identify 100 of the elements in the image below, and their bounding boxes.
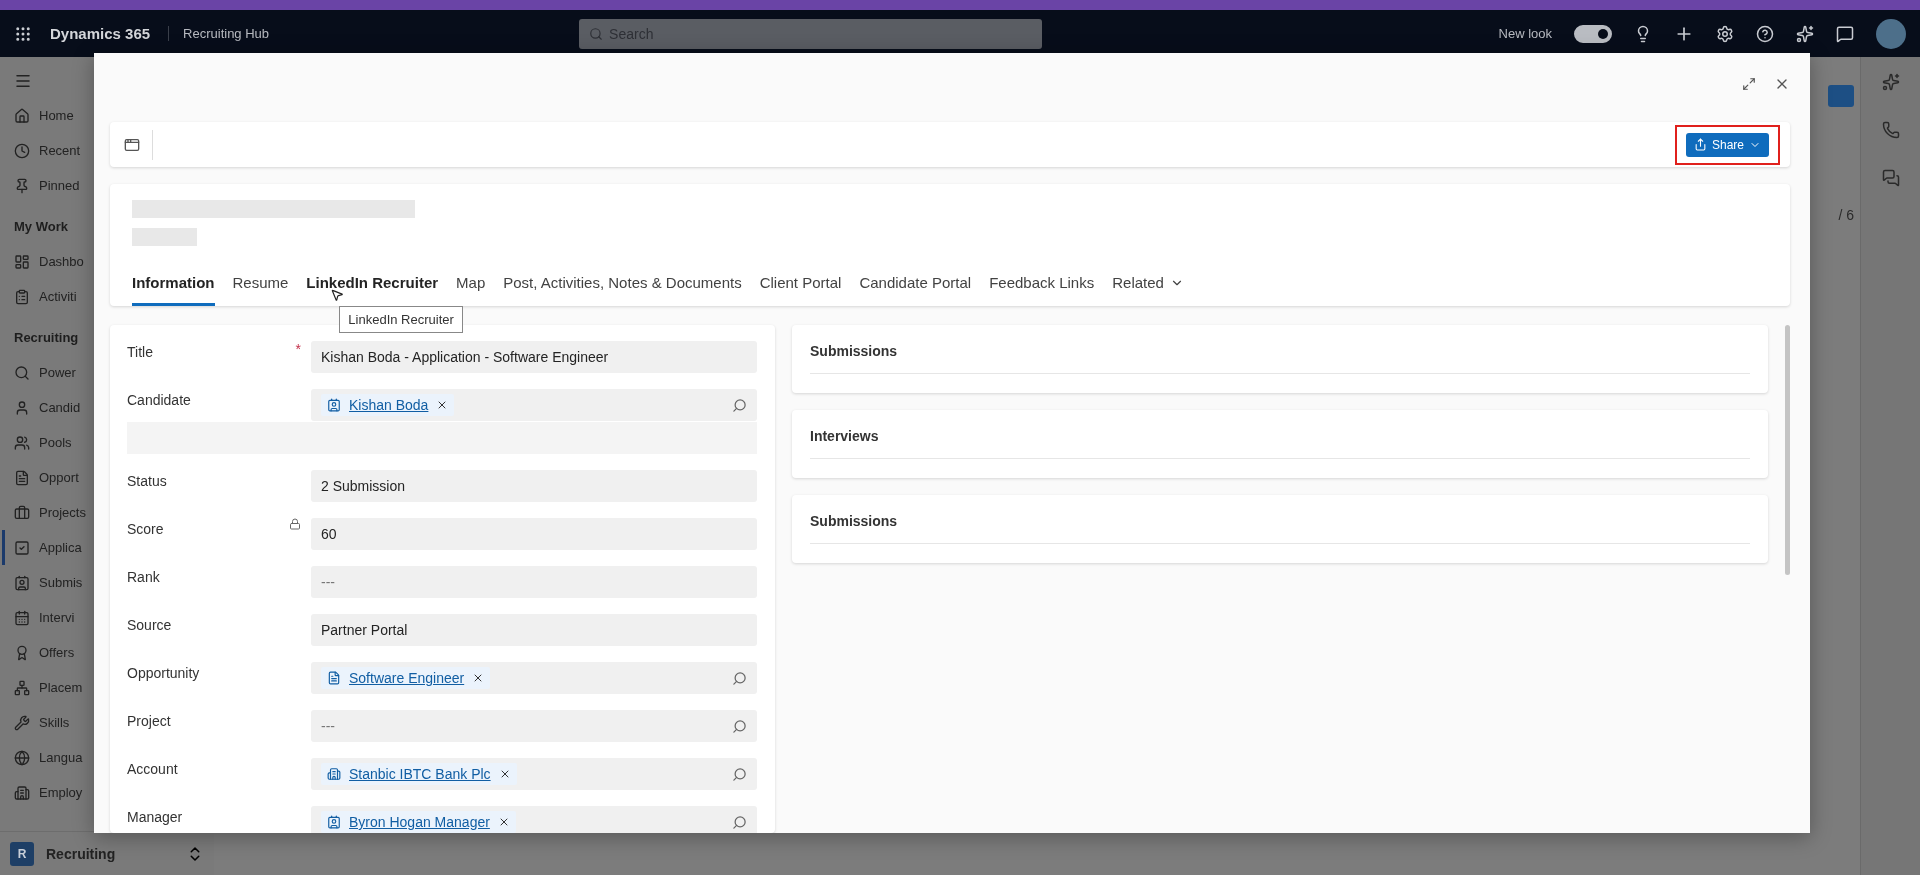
lookup-tag[interactable]: Byron Hogan Manager	[321, 811, 516, 833]
briefcase-icon	[14, 504, 30, 521]
tab[interactable]: Resume	[232, 268, 289, 306]
area-name[interactable]: Recruiting Hub	[168, 26, 270, 41]
field-label: Status	[127, 472, 168, 489]
contact-card-icon	[327, 815, 341, 829]
dashboard-icon	[14, 253, 30, 270]
sidebar-item[interactable]: Intervi	[2, 600, 94, 635]
tools-icon	[14, 714, 30, 731]
text-field[interactable]: 60	[311, 518, 757, 550]
section-title: Submissions	[810, 513, 1750, 544]
sidebar-item[interactable]: Pools	[2, 425, 94, 460]
field-label: Project	[127, 712, 172, 729]
page-counter: / 6	[1838, 207, 1854, 223]
award-icon	[14, 644, 30, 661]
sidebar-item[interactable]: Projects	[2, 495, 94, 530]
lookup-field[interactable]: ---	[311, 710, 757, 742]
text-field[interactable]: 2 Submission	[311, 470, 757, 502]
sidebar-item[interactable]: Activiti	[2, 279, 94, 314]
building-icon	[327, 767, 341, 781]
clock-icon	[14, 142, 30, 159]
sidebar-item[interactable]: Opport	[2, 460, 94, 495]
window-icon[interactable]	[124, 136, 140, 153]
sidebar-item[interactable]: Dashbo	[2, 244, 94, 279]
person-icon	[14, 399, 30, 416]
sidebar-item[interactable]: Pinned	[2, 168, 94, 203]
share-button[interactable]: Share	[1685, 132, 1769, 157]
lookup-field[interactable]: Byron Hogan Manager	[311, 806, 757, 833]
text-field[interactable]: ---	[311, 566, 757, 598]
sidebar-item[interactable]: Home	[2, 98, 94, 133]
settings-icon[interactable]	[1716, 24, 1734, 43]
field-label: Account	[127, 760, 179, 777]
user-avatar[interactable]	[1876, 18, 1906, 49]
home-icon	[14, 107, 30, 124]
required-mark: *	[295, 341, 301, 357]
field-label: Opportunity	[127, 664, 201, 681]
text-field[interactable]: Partner Portal	[311, 614, 757, 646]
app-name[interactable]: Dynamics 365	[50, 25, 151, 42]
lookup-field[interactable]: Kishan Boda	[311, 389, 757, 421]
search-icon[interactable]	[732, 670, 747, 686]
field-label: Title	[127, 343, 154, 360]
tab[interactable]: Related	[1112, 268, 1184, 306]
lookup-tag[interactable]: Kishan Boda	[321, 394, 455, 416]
text-field[interactable]: Kishan Boda - Application - Software Engineer	[311, 341, 757, 373]
tab[interactable]: Map	[456, 268, 486, 306]
new-look-label: New look	[1498, 26, 1552, 41]
tab[interactable]: LinkedIn Recruiter	[306, 268, 439, 306]
expand-icon[interactable]	[1742, 76, 1756, 91]
sidebar-item[interactable]: Submis	[2, 565, 94, 600]
field-label: Source	[127, 616, 173, 633]
document-icon	[14, 469, 30, 486]
sidebar-item[interactable]: Employ	[2, 775, 94, 810]
search-icon	[14, 364, 30, 381]
search-icon[interactable]	[732, 814, 747, 830]
sidebar-item[interactable]: Power	[2, 355, 94, 390]
section-title: Interviews	[810, 428, 1750, 459]
app-launcher-icon[interactable]	[14, 24, 32, 43]
clipboard-icon	[14, 288, 30, 305]
search-icon	[589, 26, 604, 41]
search-icon[interactable]	[732, 718, 747, 734]
scrollbar[interactable]	[1785, 325, 1790, 575]
lookup-tag[interactable]: Software Engineer	[321, 667, 491, 689]
tooltip: LinkedIn Recruiter	[339, 306, 463, 333]
sidebar-item[interactable]: Skills	[2, 705, 94, 740]
tab[interactable]: Client Portal	[759, 268, 842, 306]
people-icon	[14, 434, 30, 451]
lookup-tag[interactable]: Stanbic IBTC Bank Plc	[321, 763, 517, 785]
tab[interactable]: Feedback Links	[989, 268, 1095, 306]
calendar-icon	[14, 609, 30, 626]
section-title: Submissions	[810, 343, 1750, 374]
sidebar-item[interactable]: Placem	[2, 670, 94, 705]
share-icon	[1693, 138, 1707, 151]
help-icon[interactable]	[1756, 24, 1774, 43]
sidebar-item[interactable]: Recent	[2, 133, 94, 168]
contact-card-icon	[327, 398, 341, 412]
globe-icon	[14, 749, 30, 766]
document-icon	[327, 671, 341, 685]
sidebar-group-title: Recruiting	[14, 330, 79, 345]
building-icon	[14, 784, 30, 801]
sidebar-item[interactable]: Offers	[2, 635, 94, 670]
new-look-toggle[interactable]	[1574, 24, 1612, 43]
field-label: Score	[127, 520, 165, 537]
field-label: Candidate	[127, 391, 192, 408]
phone-icon[interactable]	[1881, 121, 1900, 139]
tab[interactable]: Candidate Portal	[859, 268, 972, 306]
lookup-field[interactable]: Software Engineer	[311, 662, 757, 694]
tab[interactable]: Information	[132, 268, 215, 306]
chat-icon[interactable]	[1836, 24, 1854, 43]
search-icon[interactable]	[732, 766, 747, 782]
lookup-field[interactable]: Stanbic IBTC Bank Plc	[311, 758, 757, 790]
sidebar-group-title: My Work	[14, 219, 68, 234]
checkbox-icon	[14, 539, 30, 556]
pin-icon	[14, 177, 30, 194]
search-icon[interactable]	[732, 397, 747, 413]
field-label: Rank	[127, 568, 161, 585]
field-label: Manager	[127, 808, 184, 825]
sidebar-item[interactable]: Langua	[2, 740, 94, 775]
cursor-icon	[330, 288, 345, 302]
sidebar-item[interactable]: Candid	[2, 390, 94, 425]
tab[interactable]: Post, Activities, Notes & Documents	[503, 268, 742, 306]
